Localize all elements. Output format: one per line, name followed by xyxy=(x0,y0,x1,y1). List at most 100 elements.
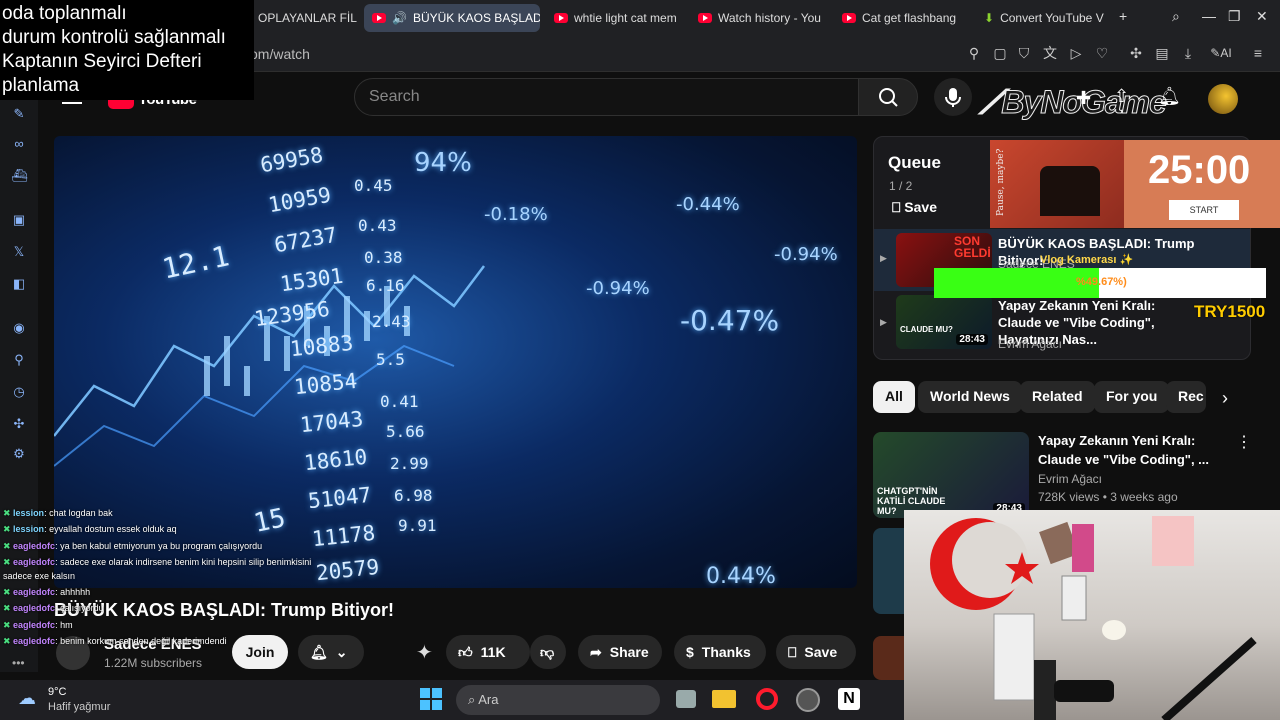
chip-recently[interactable]: Rec xyxy=(1166,381,1206,413)
weather-desc[interactable]: Hafif yağmur xyxy=(48,701,110,713)
weather-temp[interactable]: 9°C xyxy=(48,686,66,698)
tab-label: Cat get flashbang xyxy=(862,11,957,25)
new-tab-button[interactable]: + xyxy=(1119,8,1127,24)
recommendation-thumbnail[interactable] xyxy=(873,636,905,680)
chevron-right-icon[interactable]: › xyxy=(1222,388,1228,409)
create-icon[interactable]: ✚ xyxy=(1076,88,1091,109)
extensions-icon[interactable]: ✣ xyxy=(1128,45,1144,61)
ai-button[interactable]: ✎AI xyxy=(1206,45,1236,61)
ask-ai-icon[interactable]: ✦ xyxy=(416,640,433,665)
chat-user: lession xyxy=(13,508,45,518)
address-field[interactable]: om/watch xyxy=(250,46,310,62)
browser-sidebar: ✎ ∞ ⛴ ▣ 𝕏 ◧ ◉ ⚲ ◷ ✣ ⚙ xyxy=(0,72,38,672)
recommendation-thumbnail[interactable] xyxy=(873,528,905,614)
twitch-icon[interactable]: ▣ xyxy=(11,212,27,228)
avatar[interactable] xyxy=(1208,84,1238,114)
save-button[interactable]: ⎕ Save xyxy=(776,635,856,669)
ticker-number: 5.5 xyxy=(376,350,405,369)
bynogame-brand: ⟋ByNoGame xyxy=(979,84,1167,122)
recommendation-thumbnail[interactable]: CHATGPT'NİN KATİLİ CLAUDE MU? 28:43 xyxy=(873,432,1029,518)
shield-icon[interactable]: ⛉ xyxy=(1016,45,1032,61)
close-window-icon[interactable]: ✕ xyxy=(1256,8,1268,25)
opera-gx-icon[interactable] xyxy=(756,688,778,710)
chat-message: ✖ lession: chat logdan bak xyxy=(3,508,113,518)
browser-tab[interactable]: OPLAYANLAR FİL xyxy=(250,4,358,32)
translate-icon[interactable]: 文 xyxy=(1042,45,1058,61)
ticker-number: 9.91 xyxy=(398,516,437,535)
app-icon[interactable]: ◧ xyxy=(11,276,27,292)
share-button[interactable]: ➦ Share xyxy=(578,635,662,669)
boat-icon[interactable]: ⛴ xyxy=(11,168,28,184)
notion-icon[interactable]: N xyxy=(838,688,860,710)
browser-tab[interactable]: Cat get flashbang xyxy=(834,4,974,32)
search-tabs-icon[interactable]: ⌕ xyxy=(1172,8,1180,25)
browser-tab[interactable]: Watch history - You xyxy=(690,4,830,32)
thanks-button[interactable]: $ Thanks xyxy=(674,635,766,669)
download-icon[interactable]: ⤓ xyxy=(1180,45,1196,61)
chat-message: ✖ lession: eyvallah dostum essek olduk a… xyxy=(3,524,177,534)
windows-start-icon[interactable] xyxy=(420,688,442,710)
video-player[interactable]: 69958 10959 67237 15301 123956 10883 108… xyxy=(54,136,857,588)
windows-taskbar: ☁ 9°C Hafif yağmur ⌕ Ara N xyxy=(0,680,904,720)
chat-text: : sadece exe olarak indirsene benim kini… xyxy=(55,557,312,567)
recommendation-title[interactable]: Yapay Zekanın Yeni Kralı: Claude ve "Vib… xyxy=(1038,431,1218,469)
like-button[interactable]: 👍︎ 11K xyxy=(446,635,530,669)
voice-search-button[interactable] xyxy=(934,78,972,116)
search-button[interactable] xyxy=(858,78,918,116)
stream-note-overlay: oda toplanmalı durum kontrolü sağlanmalı… xyxy=(0,0,254,100)
join-button[interactable]: Join xyxy=(232,635,288,669)
chat-user: lession xyxy=(13,524,45,534)
obs-icon[interactable] xyxy=(796,688,820,712)
thumbs-down-icon: 👎︎ xyxy=(540,643,555,660)
share-arrow-icon: ➦ xyxy=(590,643,602,660)
file-explorer-icon[interactable] xyxy=(712,690,736,708)
player-icon[interactable]: ◉ xyxy=(11,320,27,336)
task-view-icon[interactable] xyxy=(676,690,696,708)
queue-save-button[interactable]: ⎕ Save xyxy=(892,199,937,216)
pin-icon[interactable]: ⚲ xyxy=(11,352,27,368)
menu-icon[interactable]: ≡ xyxy=(1250,45,1266,61)
taskbar-search-label: Ara xyxy=(478,692,499,707)
pin-icon[interactable]: ⚲ xyxy=(966,45,982,61)
chat-text: sadece exe kalsın xyxy=(3,571,76,581)
chat-text: : ahhhhh xyxy=(55,587,91,597)
chip-related[interactable]: Related xyxy=(1020,381,1095,413)
puzzle-icon[interactable]: ✣ xyxy=(11,416,27,432)
browser-tab-active[interactable]: 🔊 BÜYÜK KAOS BAŞLAD xyxy=(364,4,540,32)
minimize-icon[interactable]: — xyxy=(1202,8,1216,24)
pen-icon[interactable]: ✎ xyxy=(11,106,27,122)
brand-mark-icon: ⟋ xyxy=(979,84,1002,121)
tab-label: Convert YouTube V xyxy=(1000,11,1104,25)
glasses-icon[interactable]: ∞ xyxy=(11,136,27,152)
ticker-number: 6.16 xyxy=(366,276,405,295)
settings-gear-icon[interactable]: ⚙ xyxy=(11,446,27,462)
chip-all[interactable]: All xyxy=(873,381,915,413)
chip-world-news[interactable]: World News xyxy=(918,381,1022,413)
search-input[interactable]: Search xyxy=(354,78,860,116)
timer-start-button[interactable]: START xyxy=(1169,200,1239,220)
browser-tab[interactable]: whtie light cat mem xyxy=(546,4,686,32)
browser-tab[interactable]: ⬇ Convert YouTube V xyxy=(976,4,1112,32)
chip-for-you[interactable]: For you xyxy=(1094,381,1170,413)
note-line: Kaptanın Seyirci Defteri xyxy=(2,51,202,72)
more-dots-icon[interactable]: ••• xyxy=(12,656,25,670)
ticker-number: 2.99 xyxy=(390,454,429,473)
dislike-button[interactable]: 👎︎ xyxy=(530,635,566,669)
chat-text: : hm xyxy=(55,620,73,630)
taskbar-search[interactable]: ⌕ Ara xyxy=(456,685,660,715)
screenshot-icon[interactable]: ▢ xyxy=(992,45,1008,61)
upload-arrow-icon[interactable]: ⇧ xyxy=(1114,86,1129,107)
percent-change: -0.18% xyxy=(484,204,548,225)
subscribe-bell-button[interactable]: 🔔︎ ⌄ xyxy=(298,635,364,669)
more-options-icon[interactable]: ⋮ xyxy=(1236,432,1252,452)
heart-icon[interactable]: ♡ xyxy=(1094,45,1110,61)
notifications-bell-icon[interactable]: 🔔︎ xyxy=(1158,86,1181,107)
recommendation-channel[interactable]: Evrim Ağacı xyxy=(1038,472,1102,486)
restore-icon[interactable]: ❐ xyxy=(1228,8,1241,25)
x-icon[interactable]: 𝕏 xyxy=(11,244,27,260)
play-icon[interactable]: ▷ xyxy=(1068,45,1084,61)
history-icon[interactable]: ◷ xyxy=(11,384,27,400)
queue-thumbnail[interactable]: CLAUDE MU? 28:43 xyxy=(896,295,992,349)
chat-message: ✖ eagledofc: ya ben kabul etmiyorum ya b… xyxy=(3,541,263,551)
sidebar-icon[interactable]: ▤ xyxy=(1154,45,1170,61)
